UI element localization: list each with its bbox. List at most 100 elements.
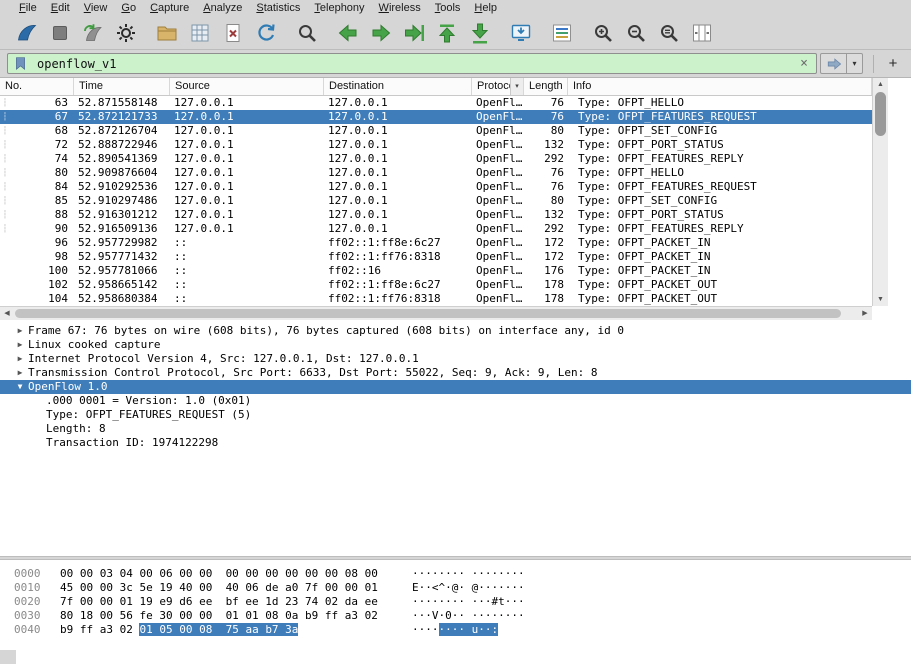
packet-row[interactable]: 98 52.957771432:: ff02::1:ff76:8318 OpenFl…… (0, 250, 872, 264)
column-header-src[interactable]: Source (170, 78, 324, 95)
stop-capture-icon[interactable] (47, 20, 73, 46)
hex-row[interactable]: 0030 80 18 00 56 fe 30 00 00 01 01 08 0a … (0, 609, 911, 623)
hex-row[interactable]: 0000 00 00 03 04 00 06 00 00 00 00 00 00 … (0, 567, 911, 581)
packet-row[interactable]: ┆ 63 52.871558148 127.0.0.1 127.0.0.1 OpenFl…… (0, 96, 872, 110)
cell-src: :: (174, 250, 188, 263)
clear-filter-icon[interactable]: × (797, 56, 811, 71)
hex-row[interactable]: 0010 45 00 00 3c 5e 19 40 00 40 06 de a0 … (0, 581, 911, 595)
detail-row[interactable]: ▶ Transmission Control Protocol, Src Port… (0, 366, 911, 380)
detail-row[interactable]: ▶ Internet Protocol Version 4, Src: 127.0… (0, 352, 911, 366)
column-header-dst[interactable]: Destination (324, 78, 472, 95)
detail-row[interactable]: ▶ Linux cooked capture (0, 338, 911, 352)
scroll-right-icon[interactable]: ▶ (858, 307, 872, 320)
zoom-original-icon[interactable] (656, 20, 682, 46)
filter-bookmark-icon[interactable] (13, 55, 31, 73)
auto-scroll-icon[interactable] (508, 20, 534, 46)
cell-time: 52.872126704 (78, 124, 158, 137)
related-packet-icon: ┆ (2, 182, 8, 191)
filter-dropdown-button[interactable]: ▾ (847, 53, 863, 74)
expander-icon[interactable]: ▶ (12, 324, 28, 338)
detail-row[interactable]: .000 0001 = Version: 1.0 (0x01) (0, 394, 911, 408)
detail-row[interactable]: Length: 8 (0, 422, 911, 436)
column-dropdown-icon[interactable]: ▾ (510, 78, 523, 95)
filter-input[interactable]: openflow_v1 × (7, 53, 817, 74)
column-header-no[interactable]: No. (0, 78, 74, 95)
expander-icon[interactable]: ▶ (12, 366, 28, 380)
expander-icon[interactable]: ▼ (12, 380, 28, 394)
column-header-len[interactable]: Length (524, 78, 568, 95)
go-to-packet-icon[interactable] (401, 20, 427, 46)
packet-row[interactable]: ┆ 84 52.910292536 127.0.0.1 127.0.0.1 OpenFl…… (0, 180, 872, 194)
packet-row[interactable]: ┆ 90 52.916509136 127.0.0.1 127.0.0.1 OpenFl…… (0, 222, 872, 236)
menu-capture[interactable]: Capture (143, 1, 196, 15)
add-filter-button[interactable]: + (882, 54, 904, 74)
packet-row[interactable]: 104 52.958680384:: ff02::1:ff76:8318 OpenFl… (0, 292, 872, 306)
packet-row[interactable]: ┆ 88 52.916301212 127.0.0.1 127.0.0.1 OpenFl…… (0, 208, 872, 222)
vscroll-thumb[interactable] (875, 92, 886, 136)
packet-list-body: ┆ 63 52.871558148 127.0.0.1 127.0.0.1 OpenFl…… (0, 96, 872, 306)
detail-row[interactable]: Type: OFPT_FEATURES_REQUEST (5) (0, 408, 911, 422)
menu-tools[interactable]: Tools (428, 1, 468, 15)
packet-row[interactable]: 100 52.957781066:: ff02::16 OpenFl… 176 Type:… (0, 264, 872, 278)
column-header-proto[interactable]: Protocol ▾ (472, 78, 524, 95)
column-header-time[interactable]: Time (74, 78, 170, 95)
colorize-icon[interactable] (549, 20, 575, 46)
packet-row[interactable]: ┆ 67 52.872121733 127.0.0.1 127.0.0.1 OpenFl…… (0, 110, 872, 124)
scroll-left-icon[interactable]: ◀ (0, 307, 14, 320)
apply-filter-button[interactable] (820, 53, 847, 74)
scroll-down-icon[interactable]: ▼ (873, 293, 888, 306)
column-header-info[interactable]: Info (568, 78, 872, 95)
packet-row[interactable]: ┆ 68 52.872126704 127.0.0.1 127.0.0.1 OpenFl…… (0, 124, 872, 138)
filter-value[interactable]: openflow_v1 (37, 57, 797, 71)
hex-row[interactable]: 0020 7f 00 00 01 19 e9 d6 ee bf ee 1d 23 … (0, 595, 911, 609)
cell-info: Type: OFPT_FEATURES_REPLY (578, 152, 744, 165)
packet-row[interactable]: ┆ 72 52.888722946 127.0.0.1 127.0.0.1 OpenFl…… (0, 138, 872, 152)
packet-row[interactable]: ┆ 85 52.910297486 127.0.0.1 127.0.0.1 OpenFl…… (0, 194, 872, 208)
packet-list-vscrollbar[interactable]: ▲ ▼ (872, 78, 888, 306)
find-packet-icon[interactable] (294, 20, 320, 46)
cell-proto: OpenFl… (476, 152, 523, 165)
go-first-icon[interactable] (434, 20, 460, 46)
hex-bytes: 45 00 00 3c 5e 19 40 00 40 06 de a0 7f 0… (60, 581, 412, 595)
cell-time: 52.958665142 (78, 278, 158, 291)
expander-icon[interactable]: ▶ (12, 338, 28, 352)
resize-columns-icon[interactable] (689, 20, 715, 46)
menu-statistics[interactable]: Statistics (249, 1, 307, 15)
zoom-in-icon[interactable] (590, 20, 616, 46)
detail-row[interactable]: ▼ OpenFlow 1.0 (0, 380, 911, 394)
packet-row[interactable]: ┆ 80 52.909876604 127.0.0.1 127.0.0.1 OpenFl…… (0, 166, 872, 180)
hscroll-thumb[interactable] (15, 309, 841, 318)
detail-row[interactable]: ▶ Frame 67: 76 bytes on wire (608 bits), … (0, 324, 911, 338)
menu-help[interactable]: Help (467, 1, 504, 15)
menu-telephony[interactable]: Telephony (307, 1, 371, 15)
open-file-icon[interactable] (154, 20, 180, 46)
hex-row[interactable]: 0040 b9 ff a3 02 01 05 00 08 75 aa b7 3a ·… (0, 623, 911, 637)
packet-row[interactable]: 96 52.957729982:: ff02::1:ff8e:6c27 OpenFl…… (0, 236, 872, 250)
scroll-up-icon[interactable]: ▲ (873, 78, 888, 91)
cell-info: Type: OFPT_PACKET_IN (578, 264, 711, 277)
cell-no: 90 (54, 222, 68, 235)
go-forward-icon[interactable] (368, 20, 394, 46)
start-capture-icon[interactable] (14, 20, 40, 46)
packet-row[interactable]: ┆ 74 52.890541369 127.0.0.1 127.0.0.1 OpenFl…… (0, 152, 872, 166)
hex-bytes: 7f 00 00 01 19 e9 d6 ee bf ee 1d 23 74 0… (60, 595, 412, 609)
expander-icon[interactable]: ▶ (12, 352, 28, 366)
menu-edit[interactable]: Edit (44, 1, 77, 15)
packet-list-hscrollbar[interactable]: ◀ ▶ (0, 306, 872, 320)
go-back-icon[interactable] (335, 20, 361, 46)
go-last-icon[interactable] (467, 20, 493, 46)
menu-wireless[interactable]: Wireless (372, 1, 428, 15)
packet-row[interactable]: 102 52.958665142:: ff02::1:ff8e:6c27 OpenFl… (0, 278, 872, 292)
restart-capture-icon[interactable] (80, 20, 106, 46)
menu-analyze[interactable]: Analyze (196, 1, 249, 15)
zoom-out-icon[interactable] (623, 20, 649, 46)
detail-row[interactable]: Transaction ID: 1974122298 (0, 436, 911, 450)
menu-go[interactable]: Go (114, 1, 143, 15)
close-file-icon[interactable] (220, 20, 246, 46)
menu-view[interactable]: View (77, 1, 115, 15)
reload-file-icon[interactable] (253, 20, 279, 46)
save-file-icon[interactable] (187, 20, 213, 46)
capture-options-icon[interactable] (113, 20, 139, 46)
menu-file[interactable]: File (12, 1, 44, 15)
